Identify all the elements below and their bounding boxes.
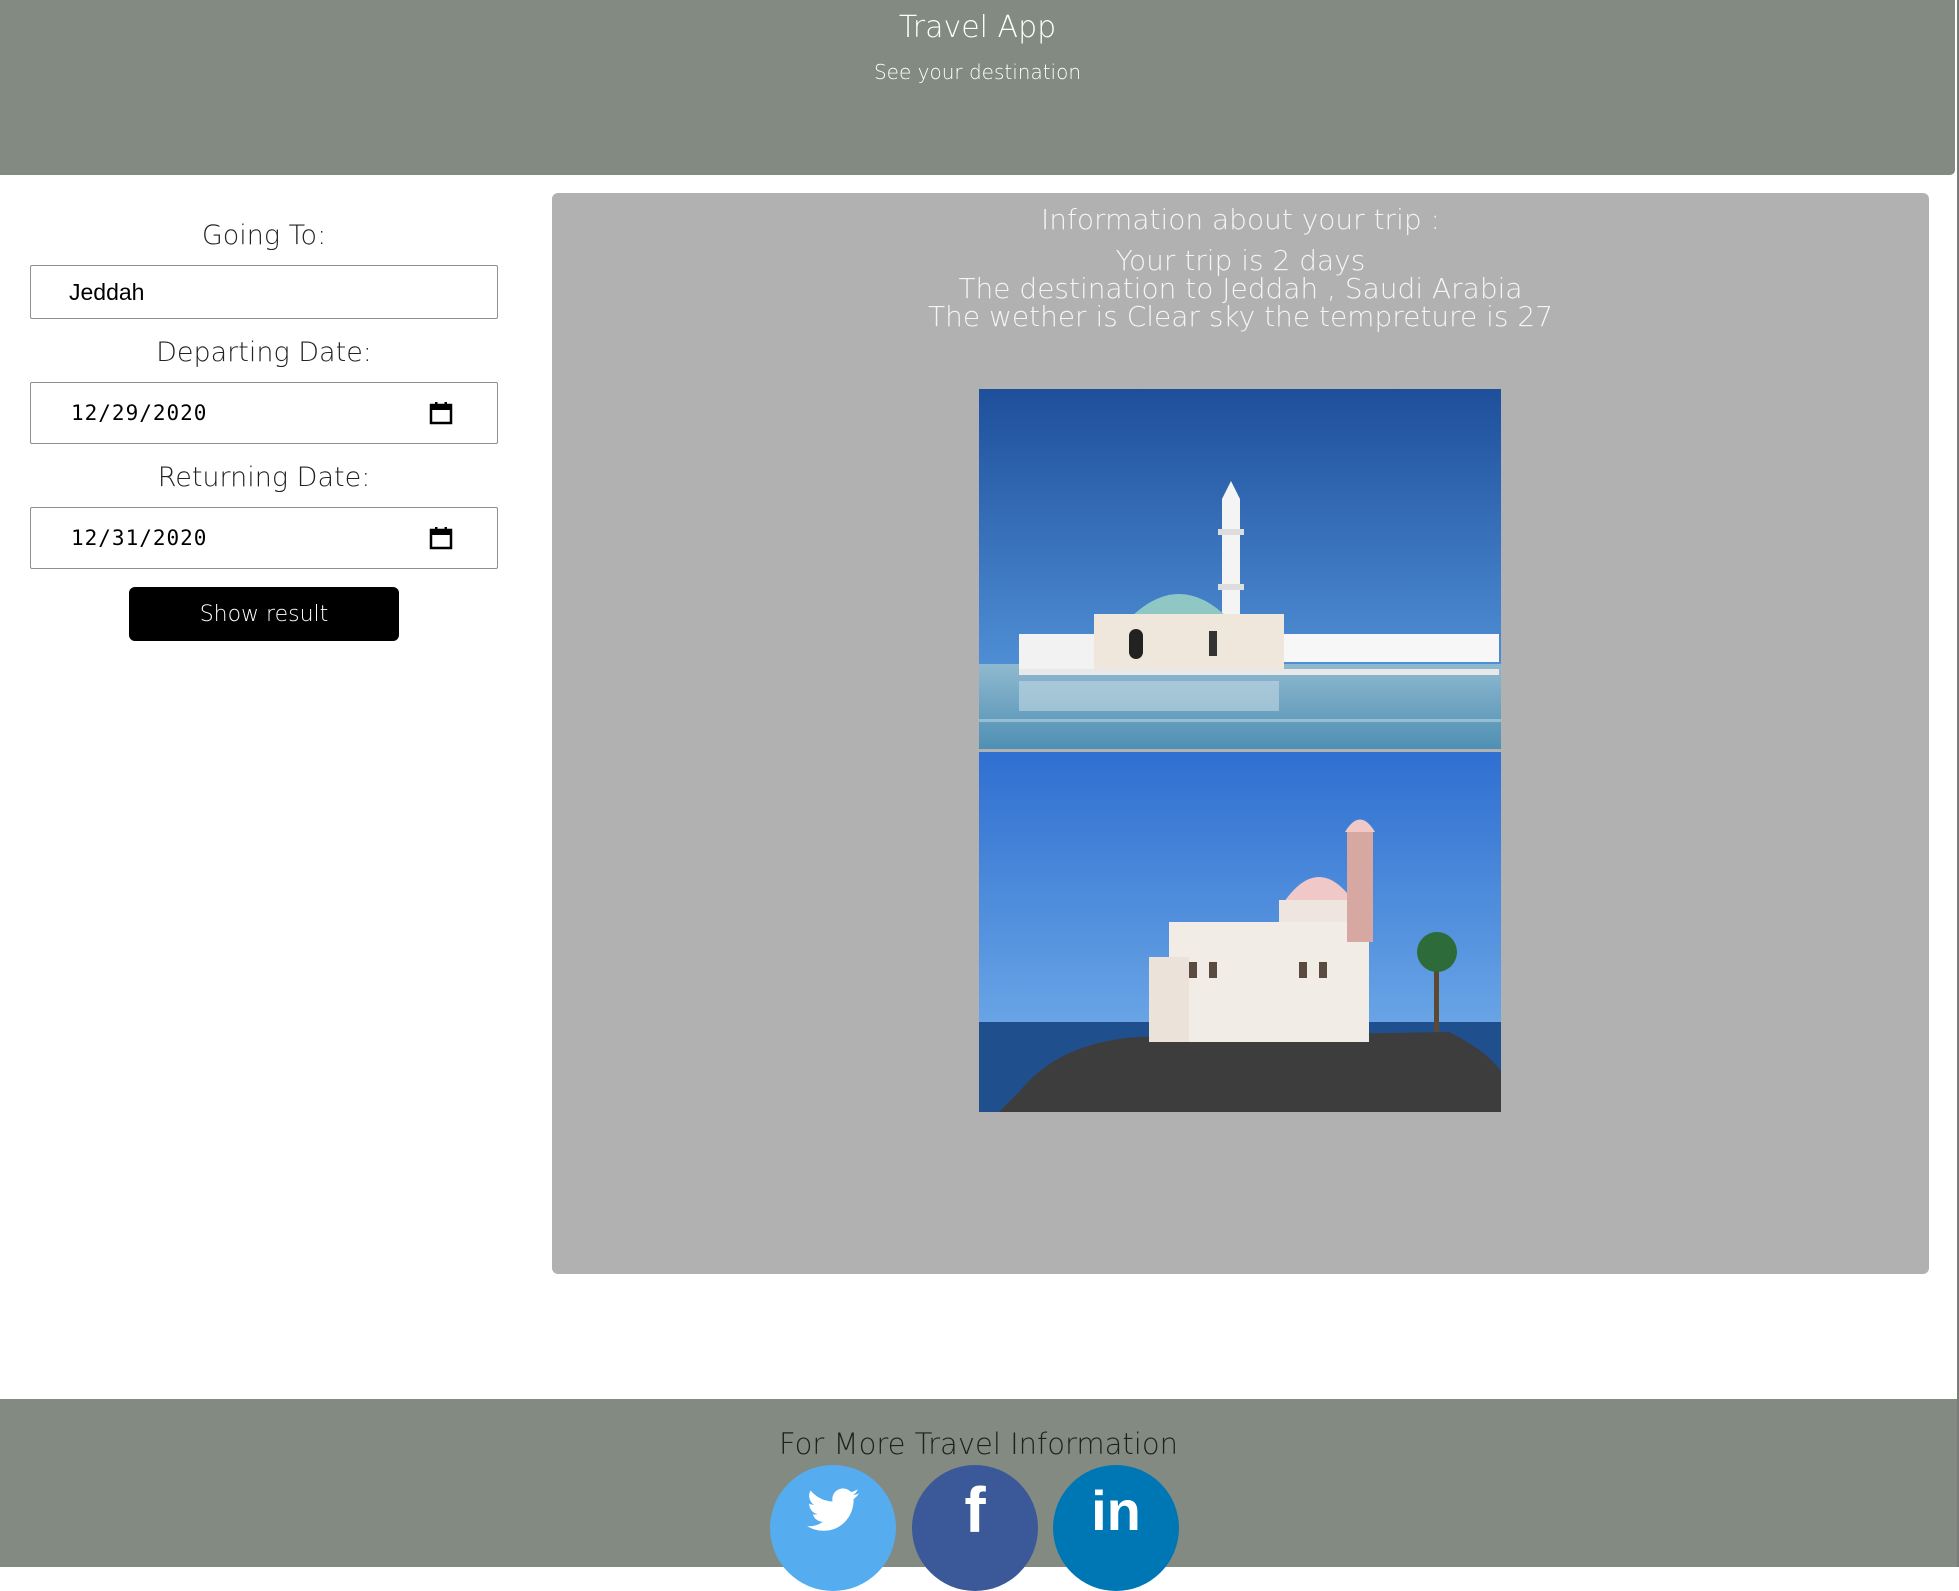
linkedin-icon: in xyxy=(1091,1478,1141,1542)
calendar-icon[interactable] xyxy=(429,401,453,425)
trip-form: Going To: Departing Date: 12/29/2020 Ret… xyxy=(30,220,498,641)
destination-photo-shore-mosque xyxy=(979,752,1501,1112)
facebook-icon: f xyxy=(964,1474,986,1546)
departing-date-label: Departing Date: xyxy=(156,337,372,368)
destination-label: Going To: xyxy=(201,220,327,251)
app-subtitle: See your destination xyxy=(873,60,1082,84)
returning-date-label: Returning Date: xyxy=(157,462,371,493)
facebook-link[interactable]: f xyxy=(912,1465,1038,1591)
weather-text: The wether is Clear sky the tempreture i… xyxy=(927,300,1553,333)
linkedin-link[interactable]: in xyxy=(1053,1465,1179,1591)
returning-date-value[interactable]: 12/31/2020 xyxy=(31,526,207,550)
destination-field[interactable] xyxy=(30,265,498,319)
departing-date-field[interactable]: 12/29/2020 xyxy=(30,382,498,444)
show-result-button[interactable]: Show result xyxy=(129,587,399,641)
result-details: Your trip is 2 days The destination to J… xyxy=(552,247,1929,331)
trip-duration-text: Your trip is 2 days xyxy=(1115,244,1366,277)
calendar-icon[interactable] xyxy=(429,526,453,550)
app-header: Travel App See your destination xyxy=(0,0,1955,175)
footer-title: For More Travel Information xyxy=(779,1427,1178,1461)
destination-photo-floating-mosque xyxy=(979,389,1501,749)
footer: For More Travel Information f in xyxy=(0,1399,1957,1591)
destination-text: The destination to Jeddah , Saudi Arabia xyxy=(958,272,1523,305)
departing-date-value[interactable]: 12/29/2020 xyxy=(31,401,207,425)
returning-date-field[interactable]: 12/31/2020 xyxy=(30,507,498,569)
twitter-link[interactable] xyxy=(770,1465,896,1591)
twitter-icon xyxy=(807,1488,859,1531)
destination-input[interactable] xyxy=(31,265,497,319)
trip-result-panel: Information about your trip : Your trip … xyxy=(552,193,1929,1274)
app-title: Travel App xyxy=(898,10,1057,45)
result-heading: Information about your trip : xyxy=(1041,203,1440,236)
